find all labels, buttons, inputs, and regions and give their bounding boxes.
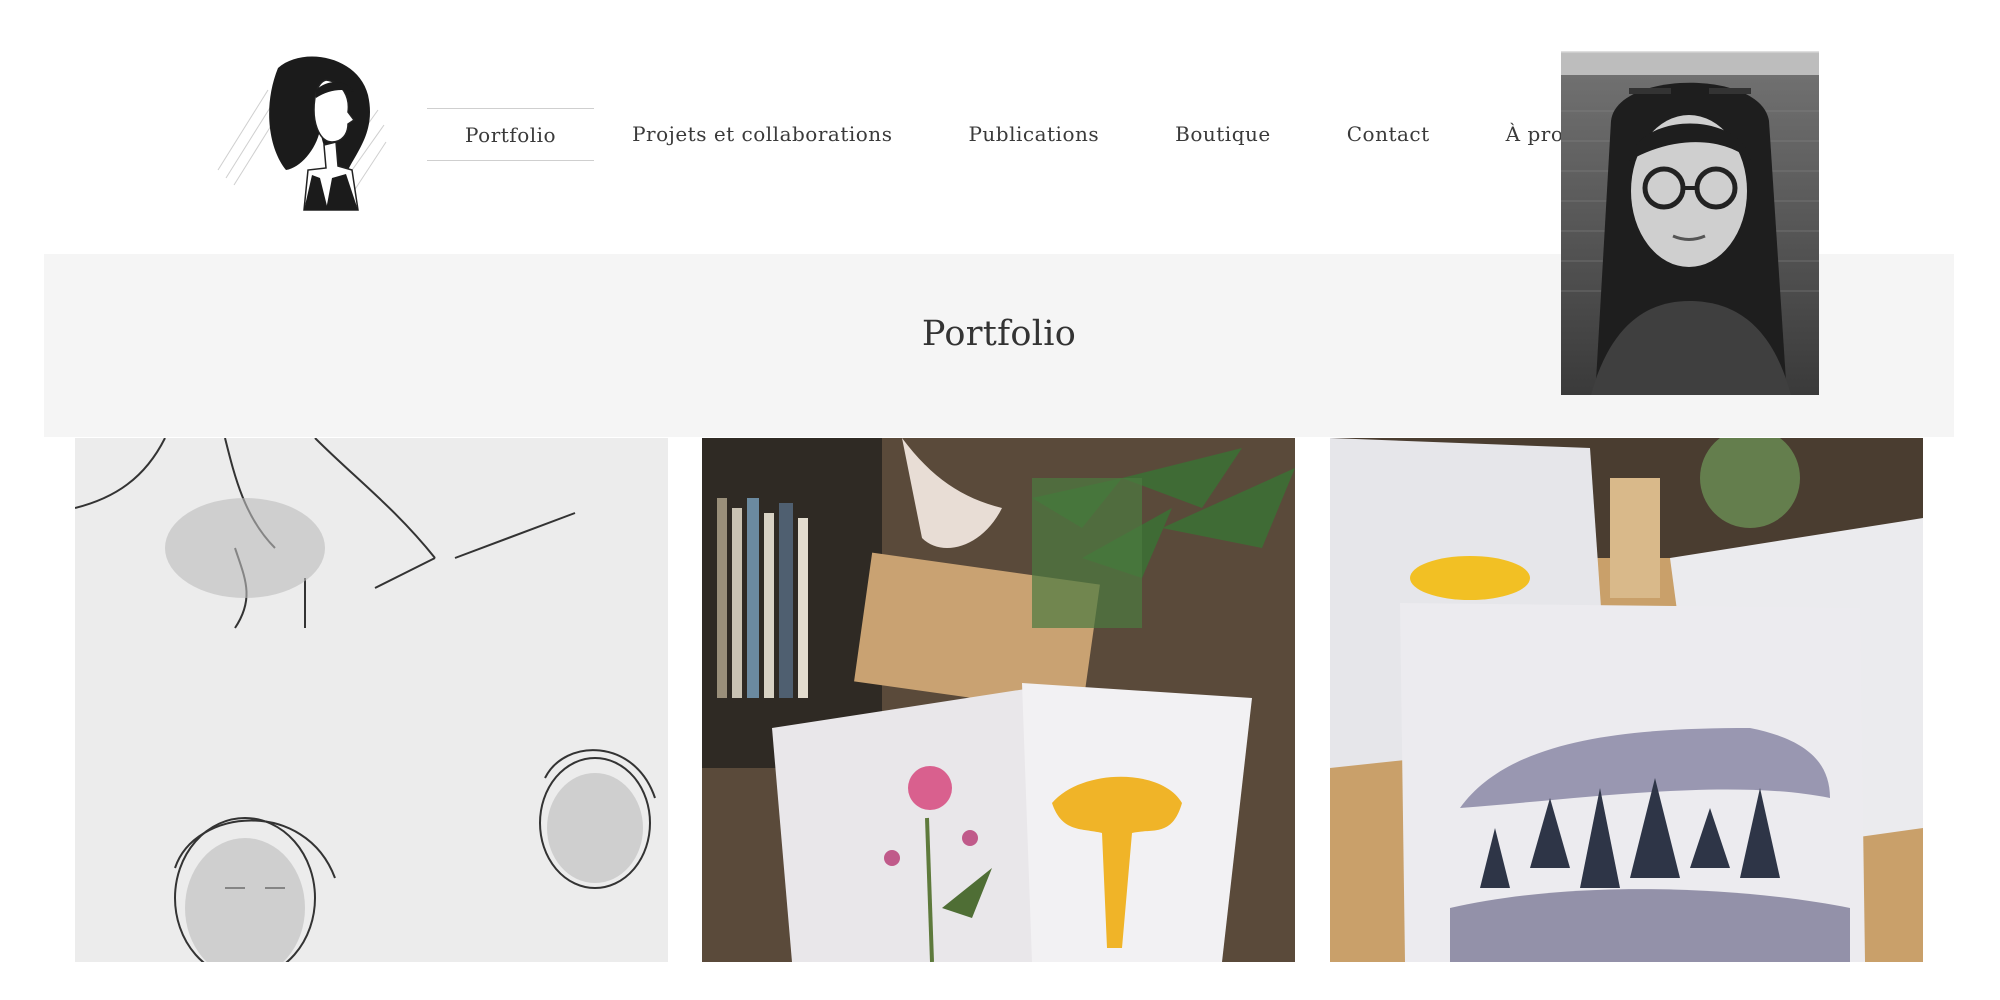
nav-item-publications[interactable]: Publications bbox=[930, 108, 1137, 161]
nav-item-portfolio[interactable]: Portfolio bbox=[427, 108, 595, 161]
nav-item-projects[interactable]: Projets et collaborations bbox=[594, 108, 930, 161]
nav-item-shop[interactable]: Boutique bbox=[1137, 108, 1309, 161]
nav-item-contact[interactable]: Contact bbox=[1309, 108, 1468, 161]
main-nav: Portfolio Projets et collaborations Publ… bbox=[427, 108, 1638, 161]
site-logo[interactable] bbox=[208, 50, 390, 215]
portfolio-tile-sketchbook[interactable] bbox=[75, 438, 668, 962]
profile-photo bbox=[1561, 51, 1819, 395]
portfolio-tile-watercolor[interactable] bbox=[1330, 438, 1923, 962]
portfolio-tile-cards[interactable] bbox=[702, 438, 1295, 962]
